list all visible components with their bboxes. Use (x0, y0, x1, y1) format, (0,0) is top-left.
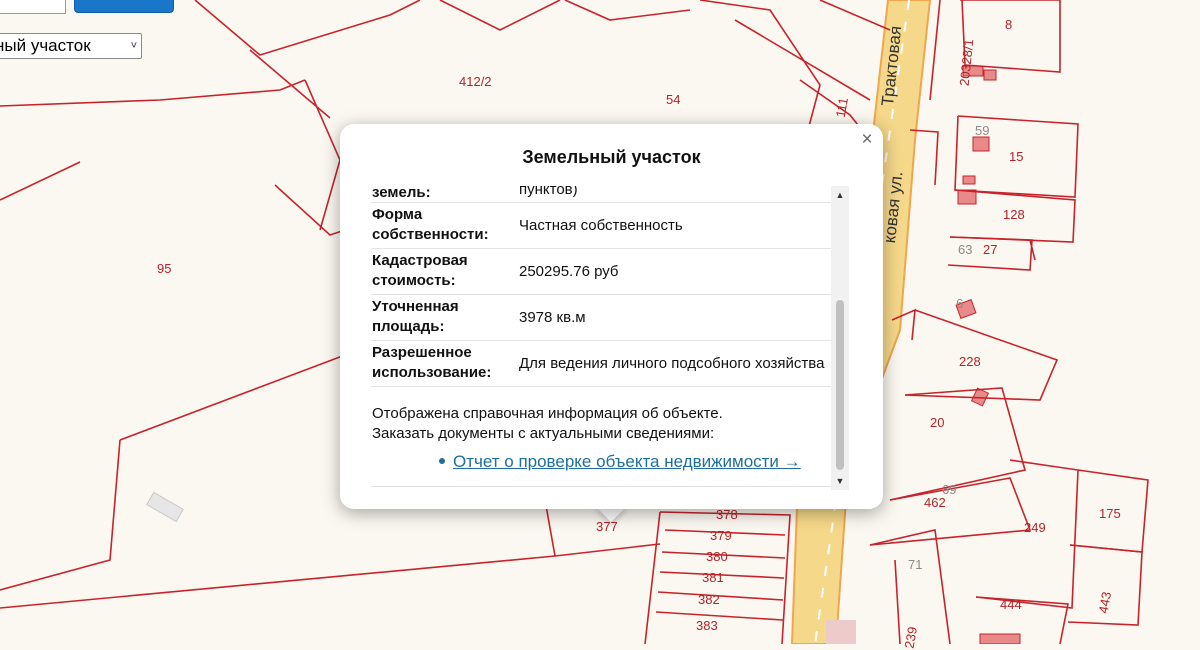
attr-key: Разрешенное использование: (372, 344, 492, 381)
close-icon[interactable]: × (859, 130, 875, 149)
info-line: Заказать документы с актуальными сведени… (372, 425, 715, 442)
attr-value: пунктов) (519, 186, 578, 198)
parcel-label: 128 (1003, 207, 1025, 222)
attr-key: Форма собственности: (372, 206, 489, 243)
parcel-label: 379 (710, 528, 732, 543)
report-link-item: Отчет о проверке объекта недвижимости → (371, 452, 849, 472)
attr-value: 3978 кв.м (519, 309, 586, 326)
parcel-label: 54 (666, 92, 681, 107)
popup-scroll-area[interactable]: земель: пунктов) Форма собственности: Ча… (371, 186, 849, 490)
attr-value: Для ведения личного подсобного хозяйства (519, 355, 825, 372)
parcel-label: 383 (696, 618, 718, 633)
parcel-label: 382 (698, 592, 720, 607)
attr-value: 250295.76 руб (519, 263, 619, 280)
attr-row: Кадастровая стоимость: 250295.76 руб (371, 249, 849, 295)
parcel-label: 412/2 (459, 74, 492, 89)
attr-key: Уточненная площадь: (372, 298, 459, 335)
parcel-label: 462 (924, 495, 946, 510)
attr-value: Частная собственность (519, 217, 683, 234)
parcel-label: 249 (1024, 520, 1046, 535)
house-label: 59 (975, 123, 990, 138)
popup-title: Земельный участок (522, 147, 701, 167)
bullet-icon (439, 457, 445, 464)
attr-row: Форма собственности: Частная собственнос… (371, 203, 849, 249)
attr-key: земель: (372, 186, 431, 201)
info-line: Отображена справочная информация об объе… (372, 405, 723, 422)
parcel-label: 378 (716, 507, 738, 522)
scrollbar[interactable]: ▲ ▼ (831, 186, 849, 490)
layer-select-value: ный участок (0, 36, 91, 55)
parcel-label: 381 (702, 570, 724, 585)
parcel-label: 239 (901, 625, 921, 650)
house-label: 71 (908, 557, 923, 572)
search-input[interactable] (0, 0, 66, 14)
info-text: Отображена справочная информация об объе… (371, 404, 849, 444)
parcel-label: 444 (1000, 597, 1022, 612)
parcel-label: 175 (1099, 506, 1121, 521)
parcel-label: 380 (706, 549, 728, 564)
road-crossing (826, 620, 856, 644)
parcel-label: 27 (983, 242, 998, 257)
parcel-label: 20 (930, 415, 945, 430)
divider (371, 486, 849, 487)
house-label: 6 (956, 296, 964, 311)
layer-select[interactable]: ный участок ˅ (0, 33, 142, 59)
house-label: 69 (942, 482, 957, 497)
parcel-label: 8 (1005, 17, 1013, 32)
attr-row: земель: пунктов) (371, 186, 849, 203)
parcel-label: 228 (959, 354, 981, 369)
attr-row: Уточненная площадь: 3978 кв.м (371, 295, 849, 341)
house-label: 63 (958, 242, 973, 257)
report-link[interactable]: Отчет о проверке объекта недвижимости → (453, 452, 801, 471)
chevron-down-icon: ˅ (130, 40, 138, 52)
attr-row: Разрешенное использование: Для ведения л… (371, 341, 849, 387)
parcel-label: 95 (157, 261, 172, 276)
scrollbar-thumb[interactable] (836, 300, 844, 470)
scroll-up-icon[interactable]: ▲ (831, 190, 849, 200)
scroll-down-icon[interactable]: ▼ (831, 476, 849, 486)
parcel-label: 15 (1009, 149, 1024, 164)
parcel-info-popup: × Земельный участок земель: пунктов) Фор… (340, 124, 883, 509)
attr-key: Кадастровая стоимость: (372, 252, 468, 289)
search-button[interactable] (74, 0, 174, 13)
grey-building (146, 491, 184, 523)
